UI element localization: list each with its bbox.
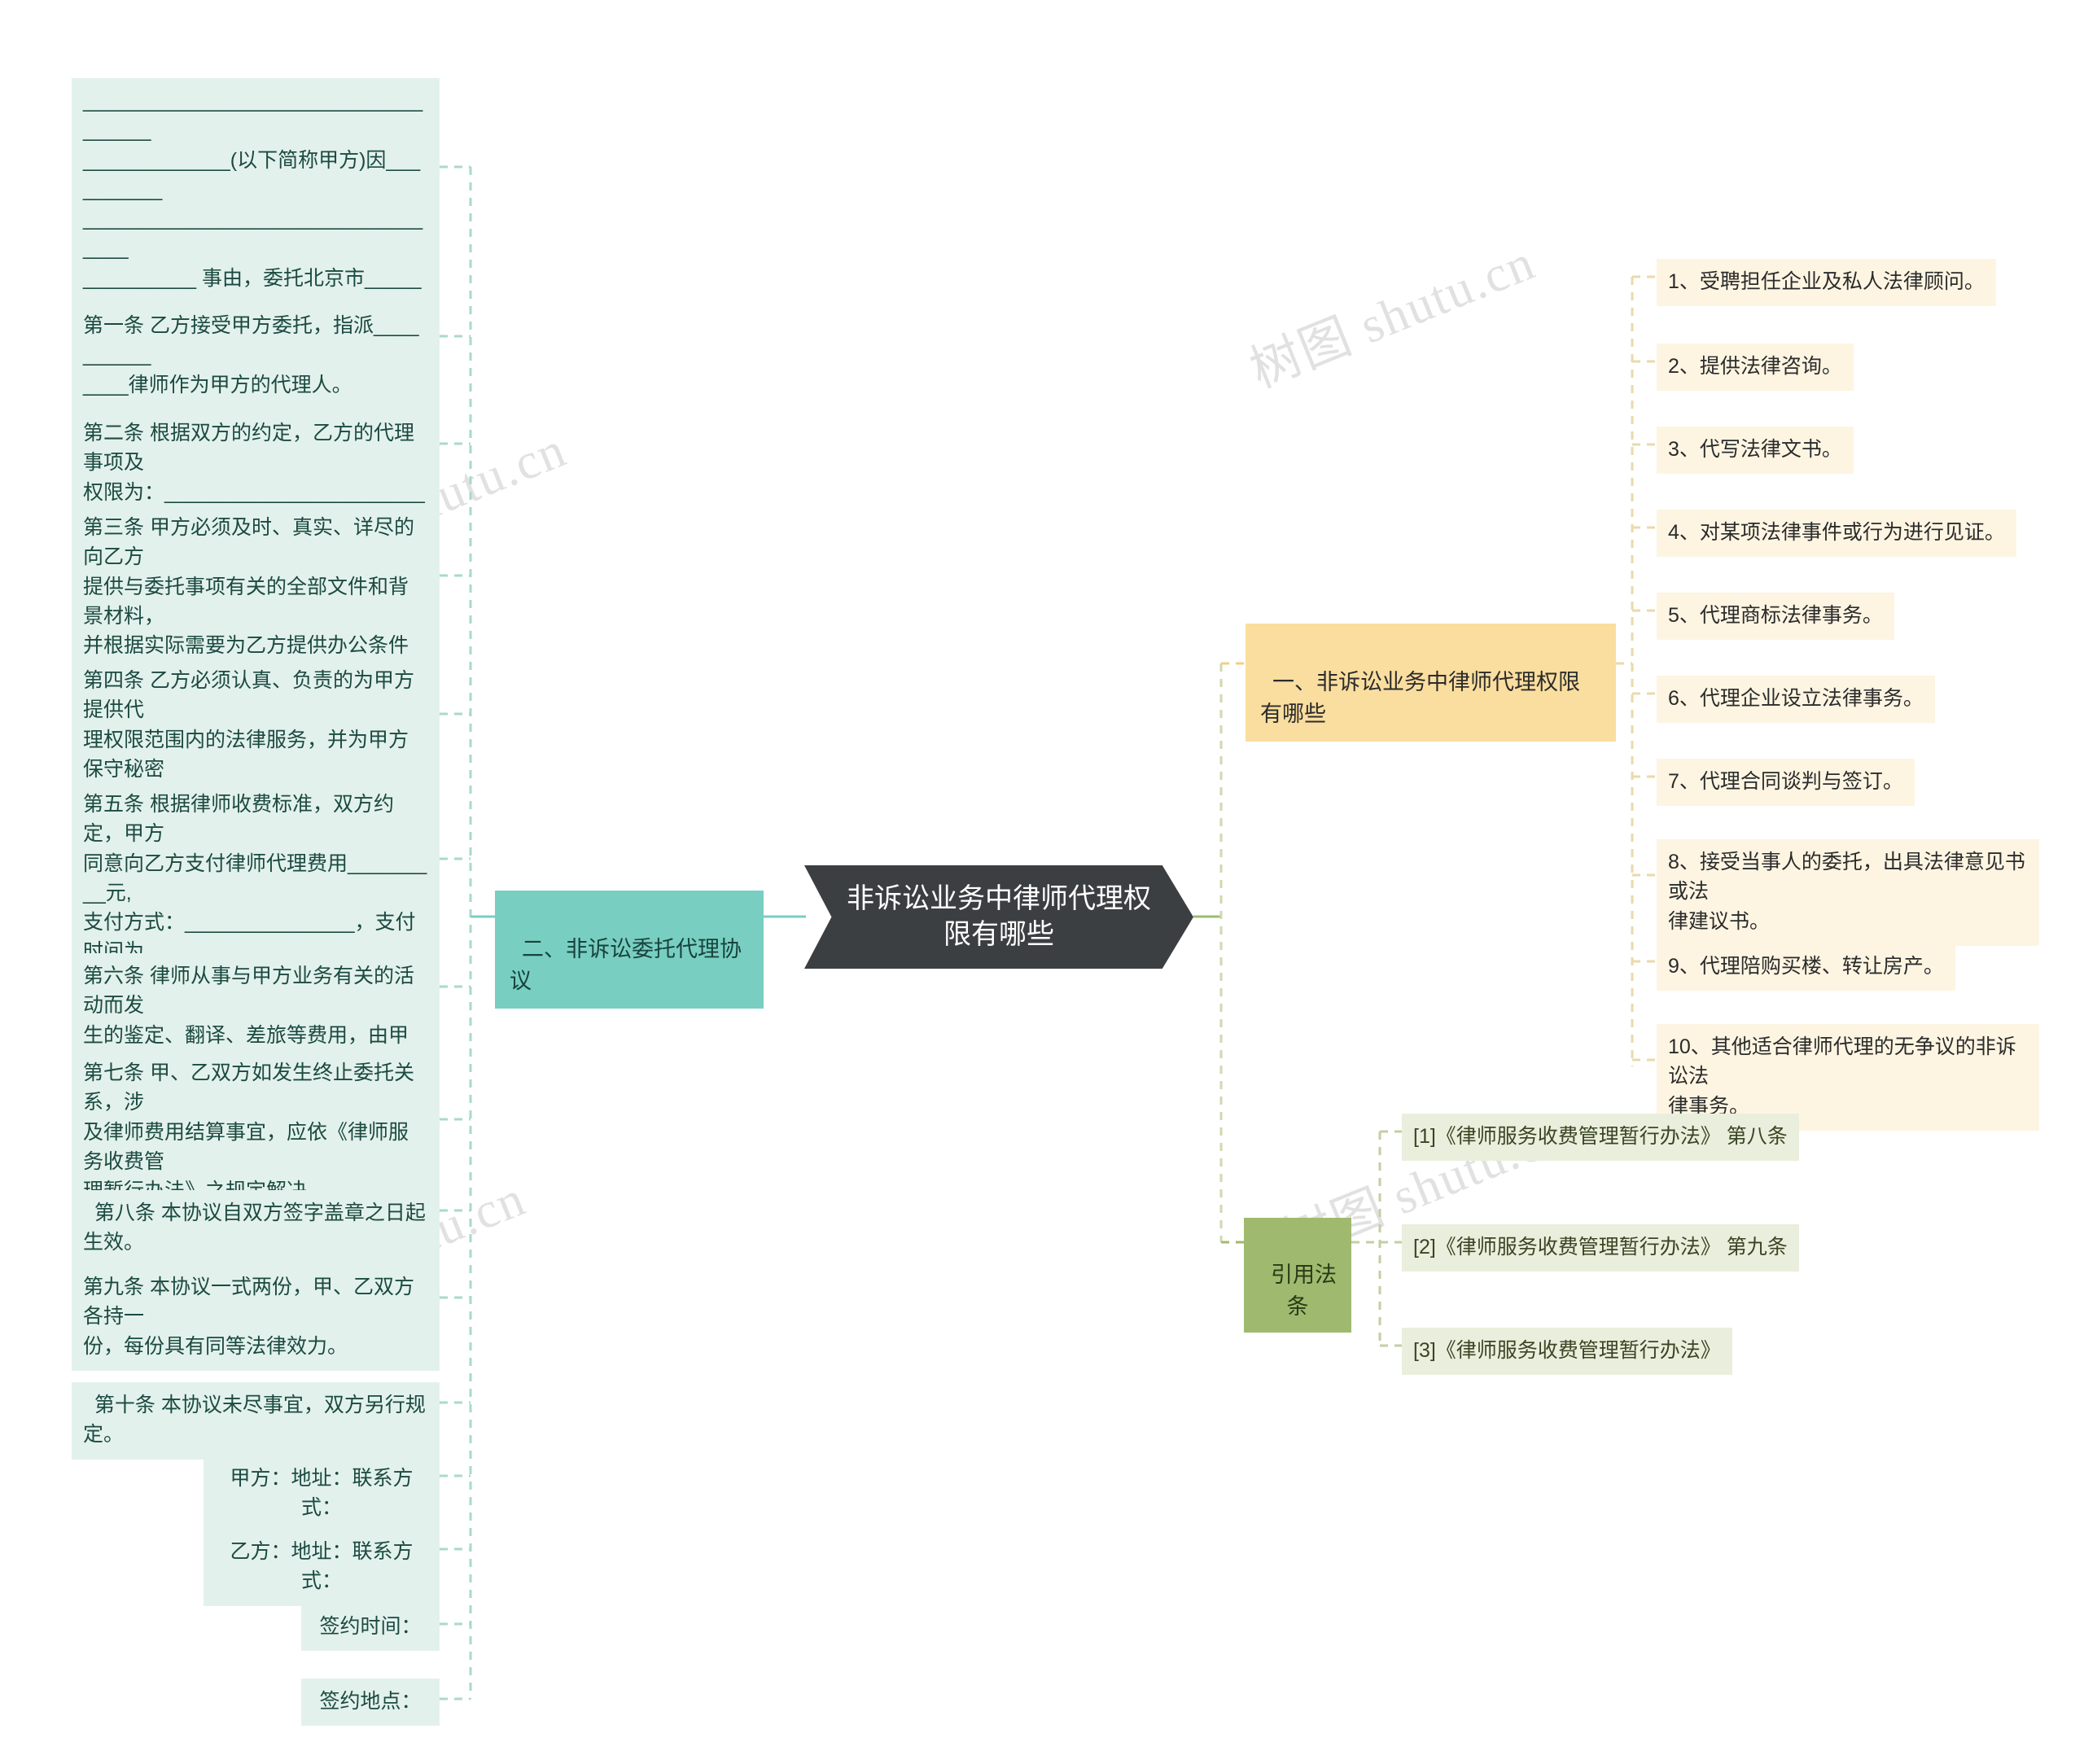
leaf-text: 签约时间： [319, 1615, 422, 1638]
leaf-text: 6、代理企业设立法律事务。 [1668, 687, 1924, 710]
citation-leaf-item[interactable]: [1]《律师服务收费管理暂行办法》 第八条 [1402, 1114, 1799, 1162]
leaf-text: 8、接受当事人的委托，出具法律意见书或法 律建议书。 [1668, 851, 2025, 933]
branch-node-cited-laws[interactable]: 引用法条 [1244, 1218, 1351, 1333]
leaf-text: [3]《律师服务收费管理暂行办法》 [1413, 1339, 1721, 1362]
right-leaf-item[interactable]: 3、代写法律文书。 [1657, 427, 1854, 475]
leaf-text: 2、提供法律咨询。 [1668, 355, 1842, 378]
right-leaf-item[interactable]: 9、代理陪购买楼、转让房产。 [1657, 943, 1955, 991]
leaf-text: 10、其他适合律师代理的无争议的非诉讼法 律事务。 [1668, 1035, 2016, 1118]
right-leaf-item[interactable]: 2、提供法律咨询。 [1657, 344, 1854, 392]
leaf-text: 第八条 本协议自双方签字盖章之日起生效。 [83, 1202, 426, 1254]
right-leaf-item[interactable]: 8、接受当事人的委托，出具法律意见书或法 律建议书。 [1657, 839, 2039, 946]
right-leaf-item[interactable]: 4、对某项法律事件或行为进行见证。 [1657, 510, 2016, 558]
leaf-text: 第九条 本协议一式两份，甲、乙双方各持一 份，每份具有同等法律效力。 [83, 1276, 414, 1358]
branch-label: 引用法条 [1271, 1263, 1338, 1320]
root-title: 非诉讼业务中律师代理权限有哪些 [847, 882, 1151, 950]
left-leaf-item[interactable]: 第九条 本协议一式两份，甲、乙双方各持一 份，每份具有同等法律效力。 [72, 1264, 440, 1371]
leaf-text: [1]《律师服务收费管理暂行办法》 第八条 [1413, 1125, 1788, 1148]
left-leaf-item[interactable]: 签约地点： [301, 1679, 440, 1727]
leaf-text: 4、对某项法律事件或行为进行见证。 [1668, 521, 2005, 544]
leaf-text: 第十条 本协议未尽事宜，双方另行规定。 [83, 1394, 426, 1447]
right-leaf-item[interactable]: 5、代理商标法律事务。 [1657, 593, 1894, 641]
leaf-text: 第七条 甲、乙双方如发生终止委托关系，涉 及律师费用结算事宜，应依《律师服务收费… [83, 1061, 414, 1202]
citation-leaf-item[interactable]: [2]《律师服务收费管理暂行办法》 第九条 [1402, 1224, 1799, 1272]
branch-node-nonlitigation-agreement[interactable]: 二、非诉讼委托代理协议 [495, 891, 764, 1009]
right-leaf-item[interactable]: 7、代理合同谈判与签订。 [1657, 759, 1915, 807]
left-leaf-item[interactable]: 乙方：地址：联系方式： [204, 1529, 440, 1606]
left-leaf-item[interactable]: 签约时间： [301, 1604, 440, 1652]
root-node[interactable]: 非诉讼业务中律师代理权限有哪些 [804, 865, 1193, 969]
leaf-text: 1、受聘担任企业及私人法律顾问。 [1668, 270, 1985, 293]
leaf-text: [2]《律师服务收费管理暂行办法》 第九条 [1413, 1236, 1788, 1258]
branch-node-lawyer-authority[interactable]: 一、非诉讼业务中律师代理权限有哪些 [1246, 624, 1616, 742]
citation-leaf-item[interactable]: [3]《律师服务收费管理暂行办法》 [1402, 1328, 1732, 1376]
leaf-text: 5、代理商标法律事务。 [1668, 604, 1883, 627]
leaf-text: 7、代理合同谈判与签订。 [1668, 770, 1903, 793]
leaf-text: 乙方：地址：联系方式： [230, 1540, 414, 1593]
leaf-text: 签约地点： [319, 1690, 422, 1713]
leaf-text: 3、代写法律文书。 [1668, 438, 1842, 461]
branch-label: 一、非诉讼业务中律师代理权限有哪些 [1260, 670, 1581, 727]
leaf-text: 第一条 乙方接受甲方委托，指派__________ ____律师作为甲方的代理人… [83, 314, 419, 396]
left-leaf-item[interactable]: 第十条 本协议未尽事宜，双方另行规定。 [72, 1382, 440, 1460]
leaf-text: 甲方：地址：联系方式： [230, 1467, 414, 1520]
right-leaf-item[interactable]: 6、代理企业设立法律事务。 [1657, 676, 1935, 724]
left-leaf-item[interactable]: 第八条 本协议自双方签字盖章之日起生效。 [72, 1190, 440, 1267]
right-leaf-item[interactable]: 1、受聘担任企业及私人法律顾问。 [1657, 259, 1996, 307]
branch-label: 二、非诉讼委托代理协议 [510, 937, 742, 994]
left-leaf-item[interactable]: 甲方：地址：联系方式： [204, 1455, 440, 1533]
left-leaf-item[interactable]: 第一条 乙方接受甲方委托，指派__________ ____律师作为甲方的代理人… [72, 303, 440, 409]
leaf-text: 9、代理陪购买楼、转让房产。 [1668, 955, 1944, 978]
